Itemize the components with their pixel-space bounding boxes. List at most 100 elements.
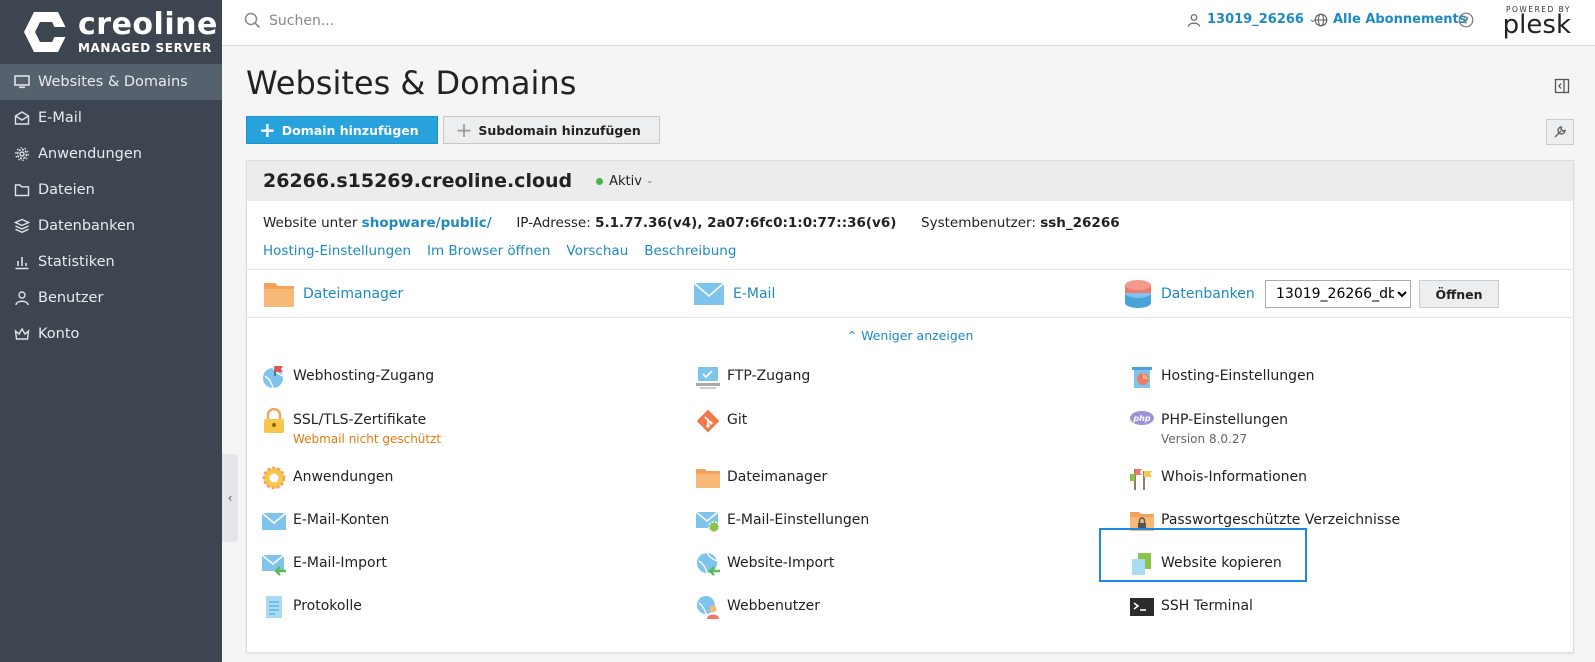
tool-label: Website-Import: [727, 555, 835, 571]
tool-ftp-access[interactable]: FTP-Zugang: [695, 367, 810, 390]
sidebar-item-users[interactable]: Benutzer: [0, 280, 222, 316]
quick-email[interactable]: E-Mail: [693, 281, 775, 307]
tool-label: SSL/TLS-Zertifikate: [293, 412, 427, 428]
tool-label: SSH Terminal: [1161, 598, 1253, 614]
logs-icon: [266, 596, 282, 618]
lock-icon: [264, 408, 284, 433]
gear-icon: [262, 466, 286, 490]
tool-label: Dateimanager: [727, 469, 828, 485]
quick-access-row: Dateimanager E-Mail Datenbanken 13019_26…: [247, 270, 1573, 318]
ip-label: IP-Adresse:: [516, 215, 591, 231]
folder-icon: [264, 282, 294, 307]
brand-logo[interactable]: creoline MANAGED SERVER: [0, 0, 222, 64]
status-badge[interactable]: Aktiv ⌄: [596, 174, 654, 189]
sidebar-item-email[interactable]: E-Mail: [0, 100, 222, 136]
panel-toggle-icon: [1554, 78, 1570, 94]
subscriptions-link[interactable]: Alle Abonnements: [1314, 12, 1467, 27]
envelope-icon: [261, 512, 287, 530]
sidebar-item-statistics[interactable]: Statistiken: [0, 244, 222, 280]
add-domain-button[interactable]: + Domain hinzufügen: [246, 116, 438, 144]
website-label: Website unter: [263, 215, 358, 231]
sidebar-item-label: E-Mail: [38, 110, 82, 126]
sidebar-item-databases[interactable]: Datenbanken: [0, 208, 222, 244]
description-link[interactable]: Beschreibung: [644, 243, 736, 259]
website-import-icon: [697, 552, 720, 576]
hosting-settings-link[interactable]: Hosting-Einstellungen: [263, 243, 411, 259]
user-name: 13019_26266: [1207, 12, 1304, 27]
search-box: [244, 12, 569, 29]
php-icon: php: [1130, 411, 1154, 425]
tool-web-users[interactable]: Webbenutzer: [695, 596, 820, 620]
tool-php-settings[interactable]: php PHP-Einstellungen Version 8.0.27: [1129, 411, 1289, 446]
tool-git[interactable]: Git: [695, 409, 747, 434]
plesk-wordmark: plesk: [1502, 10, 1571, 40]
sidebar-item-applications[interactable]: Anwendungen: [0, 136, 222, 172]
tool-applications[interactable]: Anwendungen: [261, 466, 393, 491]
preview-link[interactable]: Vorschau: [566, 243, 628, 259]
mail-import-icon: [261, 554, 286, 576]
domain-card-header: 26266.s15269.creoline.cloud Aktiv ⌄: [247, 161, 1573, 201]
quick-databases[interactable]: Datenbanken: [1123, 278, 1255, 310]
open-database-button[interactable]: Öffnen: [1419, 280, 1499, 308]
tool-label: Webhosting-Zugang: [293, 368, 435, 384]
quick-filemanager[interactable]: Dateimanager: [263, 279, 403, 309]
top-bar: 13019_26266 ⌄ Alle Abonnements ? POWERED…: [222, 0, 1595, 46]
database-icon: [14, 218, 30, 234]
sidebar-item-files[interactable]: Dateien: [0, 172, 222, 208]
tools-grid: Webhosting-Zugang FTP-Zugang Hosting-Ein…: [247, 356, 1573, 652]
tool-label: PHP-Einstellungen: [1161, 412, 1289, 428]
envelope-icon: [693, 281, 725, 305]
tool-ssh-terminal[interactable]: SSH Terminal: [1129, 598, 1253, 620]
tool-webhosting-access[interactable]: Webhosting-Zugang: [261, 366, 435, 390]
tool-whois[interactable]: Whois-Informationen: [1129, 469, 1307, 491]
plesk-logo: POWERED BY plesk: [1502, 5, 1571, 40]
help-button[interactable]: ?: [1458, 12, 1474, 28]
search-icon: [244, 12, 261, 29]
tool-filemanager[interactable]: Dateimanager: [695, 469, 827, 491]
sidebar-collapse-handle[interactable]: ‹: [222, 454, 238, 542]
tool-label: E-Mail-Import: [293, 555, 387, 571]
tool-hosting-settings[interactable]: Hosting-Einstellungen: [1129, 367, 1314, 390]
open-in-browser-link[interactable]: Im Browser öffnen: [427, 243, 550, 259]
sidebar-item-websites-domains[interactable]: Websites & Domains: [0, 64, 222, 100]
tool-label: Passwortgeschützte Verzeichnisse: [1161, 512, 1401, 528]
chevron-down-icon: ⌄: [645, 176, 654, 186]
sidebar-item-label: Websites & Domains: [38, 74, 188, 90]
user-icon: [1187, 13, 1201, 27]
toggle-sidepanel-button[interactable]: [1554, 78, 1570, 98]
help-icon: ?: [1458, 12, 1474, 28]
plus-outline-icon: +: [455, 118, 473, 142]
web-user-icon: [697, 596, 719, 619]
tools-button[interactable]: [1546, 119, 1574, 145]
database-select[interactable]: 13019_26266_db: [1265, 280, 1411, 308]
add-subdomain-label: Subdomain hinzufügen: [478, 122, 641, 138]
quick-filemanager-label: Dateimanager: [303, 285, 404, 302]
sidebar-item-label: Datenbanken: [38, 218, 136, 234]
sidebar-item-label: Konto: [38, 326, 80, 342]
user-menu[interactable]: 13019_26266 ⌄: [1187, 12, 1317, 27]
add-subdomain-button[interactable]: + Subdomain hinzufügen: [442, 116, 660, 144]
status-dot-icon: [596, 177, 604, 185]
search-input[interactable]: [269, 12, 569, 29]
tool-email-settings[interactable]: E-Mail-Einstellungen: [695, 511, 869, 534]
website-path-link[interactable]: shopware/public/: [362, 215, 492, 231]
flags-icon: [1130, 469, 1152, 490]
show-less-link[interactable]: ⌃ Weniger anzeigen: [247, 318, 1573, 356]
tool-website-import[interactable]: Website-Import: [695, 552, 835, 577]
tool-logs[interactable]: Protokolle: [261, 596, 362, 620]
mail-settings-icon: [695, 511, 720, 533]
selection-highlight: [1099, 528, 1307, 582]
tool-ssl-certificates[interactable]: SSL/TLS-Zertifikate Webmail nicht geschü…: [261, 408, 441, 446]
tool-email-accounts[interactable]: E-Mail-Konten: [261, 512, 389, 534]
ip-value: 5.1.77.36(v4), 2a07:6fc0:1:0:77::36(v6): [595, 215, 897, 231]
sidebar-item-account[interactable]: Konto: [0, 316, 222, 352]
tool-email-import[interactable]: E-Mail-Import: [261, 554, 387, 577]
php-version-text: Version 8.0.27: [1161, 432, 1248, 446]
envelope-icon: [14, 111, 30, 125]
svg-text:php: php: [1132, 414, 1150, 423]
main-content: Websites & Domains + Domain hinzufügen +…: [246, 46, 1574, 653]
bar-chart-icon: [15, 257, 29, 270]
page-title: Websites & Domains: [246, 64, 577, 102]
tool-label: Protokolle: [293, 598, 362, 614]
ftp-icon: [696, 367, 720, 389]
